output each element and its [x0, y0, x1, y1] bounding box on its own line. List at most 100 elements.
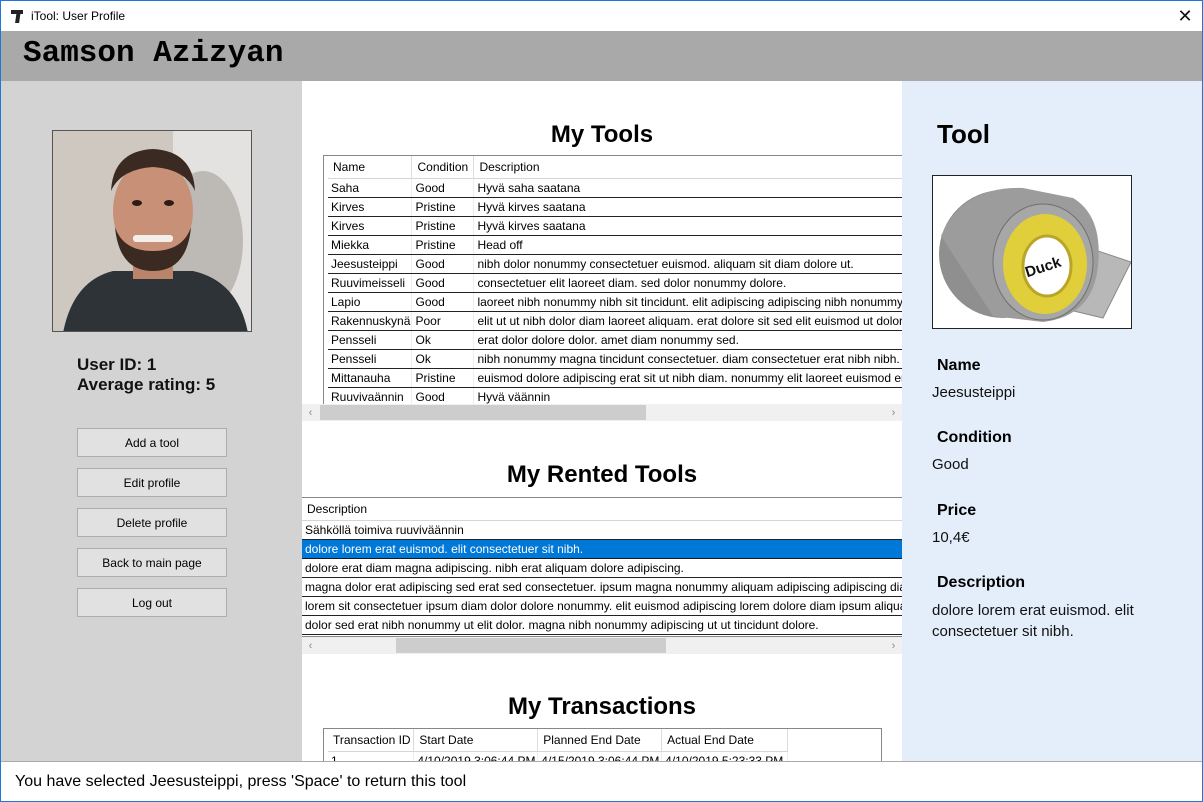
column-header[interactable]: Condition: [411, 156, 475, 179]
tool-image: Duck: [932, 175, 1132, 329]
table-cell: Mittanauha: [328, 368, 413, 388]
table-row[interactable]: dolore lorem erat euismod. elit consecte…: [302, 539, 902, 559]
table-cell: dolor sed erat nibh nonummy ut elit dolo…: [302, 615, 902, 635]
table-cell: Pristine: [411, 216, 475, 236]
price-label: Price: [937, 502, 977, 519]
transactions-grid[interactable]: Transaction ID Start Date Planned End Date…: [323, 728, 882, 761]
table-row[interactable]: Mittanauha Pristine euismod dolore adipisc…: [328, 368, 902, 388]
chevron-left-icon[interactable]: ‹: [302, 637, 319, 654]
table-row[interactable]: Jeesusteippi Good nibh dolor nonummy conse…: [328, 254, 902, 274]
table-cell: Saha: [328, 178, 413, 198]
table-row[interactable]: Ruuvimeisseli Good consectetuer elit laore…: [328, 273, 902, 293]
scroll-thumb[interactable]: [320, 405, 646, 420]
table-cell: lorem sit consectetuer ipsum diam dolor …: [302, 596, 902, 616]
profile-photo: [52, 130, 252, 332]
table-cell: Ruuvimeisseli: [328, 273, 413, 293]
my-transactions-title: My Transactions: [507, 693, 697, 720]
table-cell: nibh nonummy magna tincidunt consectetue…: [473, 349, 902, 369]
table-cell: Sähköllä toimiva ruuviväännin: [302, 520, 902, 540]
rented-tools-grid[interactable]: Description Sähköllä toimiva ruuviväänni…: [302, 497, 902, 637]
my-tools-scrollbar[interactable]: ‹ ›: [302, 404, 902, 421]
table-cell: Good: [411, 387, 475, 404]
chevron-right-icon[interactable]: ›: [885, 404, 902, 421]
tool-details-panel: Tool Duck Name Jeesusteippi Condition Go…: [902, 81, 1202, 761]
table-cell: Rakennuskynä: [328, 311, 413, 331]
table-row[interactable]: dolore erat diam magna adipiscing. nibh …: [302, 558, 902, 578]
close-icon[interactable]: ✕: [1168, 1, 1202, 31]
table-cell: Ok: [411, 349, 475, 369]
table-row[interactable]: Rakennuskynä Poor elit ut ut nibh dolor di…: [328, 311, 902, 331]
table-cell: Pristine: [411, 235, 475, 255]
table-row[interactable]: 1 4/10/2019 3:06:44 PM 4/15/2019 3:06:44 P…: [328, 751, 788, 761]
table-cell: laoreet nibh nonummy nibh sit tincidunt.…: [473, 292, 902, 312]
table-row[interactable]: Kirves Pristine Hyvä kirves saatana: [328, 216, 902, 236]
my-tools-title: My Tools: [550, 121, 654, 148]
table-cell: erat dolor dolore dolor. amet diam nonum…: [473, 330, 902, 350]
user-id: User ID: 1: [77, 355, 157, 374]
table-cell: Miekka: [328, 235, 413, 255]
log-out-button[interactable]: Log out: [77, 588, 227, 617]
tables-panel: My Tools Name Condition Description Saha Go…: [302, 81, 902, 761]
table-cell: Ruuvivaännin: [328, 387, 413, 404]
back-to-main-button[interactable]: Back to main page: [77, 548, 227, 577]
column-header[interactable]: Description: [302, 498, 902, 521]
table-cell: nibh dolor nonummy consectetuer euismod.…: [473, 254, 902, 274]
table-row[interactable]: Kirves Pristine Hyvä kirves saatana: [328, 197, 902, 217]
table-row[interactable]: Pensseli Ok nibh nonummy magna tincidunt c…: [328, 349, 902, 369]
my-rented-tools-title: My Rented Tools: [506, 461, 698, 488]
table-cell: elit ut ut nibh dolor diam laoreet aliqu…: [473, 311, 902, 331]
table-cell: Good: [411, 292, 475, 312]
table-row[interactable]: Pensseli Ok erat dolor dolore dolor. amet …: [328, 330, 902, 350]
table-cell: Head off: [473, 235, 902, 255]
app-window: iTool: User Profile ✕ Samson Azizyan Use…: [0, 0, 1203, 802]
table-cell: Kirves: [328, 216, 413, 236]
description-value: dolore lorem erat euismod. elit consecte…: [932, 602, 1134, 640]
condition-label: Condition: [937, 429, 1012, 446]
table-cell: Poor: [411, 311, 475, 331]
table-row[interactable]: Saha Good Hyvä saha saatana: [328, 178, 902, 198]
table-row[interactable]: lorem sit consectetuer ipsum diam dolor …: [302, 596, 902, 616]
column-header[interactable]: Description: [473, 156, 902, 179]
table-cell: Pensseli: [328, 330, 413, 350]
column-header[interactable]: Actual End Date: [661, 729, 788, 752]
name-value: Jeesusteippi: [932, 384, 1016, 401]
column-header[interactable]: Name: [328, 156, 413, 179]
table-row[interactable]: Sähköllä toimiva ruuviväännin: [302, 520, 902, 540]
table-cell: 4/15/2019 3:06:44 PM: [537, 751, 663, 761]
table-cell: euismod dolore adipiscing erat sit ut ni…: [473, 368, 902, 388]
status-message: You have selected Jeesusteippi, press 'S…: [15, 773, 467, 790]
rented-tools-scrollbar[interactable]: ‹ ›: [302, 637, 902, 654]
profile-sidebar: User ID: 1 Average rating: 5 Add a tool …: [1, 81, 302, 761]
table-cell: Pristine: [411, 197, 475, 217]
table-row[interactable]: Ruuvivaännin Good Hyvä väännin: [328, 387, 902, 404]
column-header[interactable]: Start Date: [413, 729, 539, 752]
my-tools-grid[interactable]: Name Condition Description Saha Good Hyvä sa…: [323, 155, 902, 405]
average-rating: Average rating: 5: [77, 375, 216, 394]
column-header[interactable]: Planned End Date: [537, 729, 663, 752]
scroll-thumb[interactable]: [396, 638, 666, 653]
table-row[interactable]: magna dolor erat adipiscing sed erat sed…: [302, 577, 902, 597]
table-cell: Good: [411, 254, 475, 274]
edit-profile-button[interactable]: Edit profile: [77, 468, 227, 497]
table-row[interactable]: dolor sed erat nibh nonummy ut elit dolo…: [302, 615, 902, 635]
table-cell: Hyvä väännin: [473, 387, 902, 404]
table-cell: Hyvä saha saatana: [473, 178, 902, 198]
table-row[interactable]: Miekka Pristine Head off: [328, 235, 902, 255]
profile-header: Samson Azizyan: [1, 31, 1202, 81]
column-header[interactable]: Transaction ID: [328, 729, 415, 752]
condition-value: Good: [932, 456, 969, 473]
table-cell: Kirves: [328, 197, 413, 217]
add-tool-button[interactable]: Add a tool: [77, 428, 227, 457]
chevron-left-icon[interactable]: ‹: [302, 404, 319, 421]
user-info: User ID: 1 Average rating: 5: [77, 355, 215, 395]
table-cell: Jeesusteippi: [328, 254, 413, 274]
title-bar: iTool: User Profile ✕: [1, 1, 1202, 31]
description-label: Description: [937, 574, 1026, 591]
delete-profile-button[interactable]: Delete profile: [77, 508, 227, 537]
table-cell: Pristine: [411, 368, 475, 388]
table-row[interactable]: Lapio Good laoreet nibh nonummy nibh sit t…: [328, 292, 902, 312]
chevron-right-icon[interactable]: ›: [885, 637, 902, 654]
price-value: 10,4€: [932, 529, 970, 546]
user-name: Samson Azizyan: [23, 36, 284, 71]
window-title: iTool: User Profile: [31, 9, 126, 23]
